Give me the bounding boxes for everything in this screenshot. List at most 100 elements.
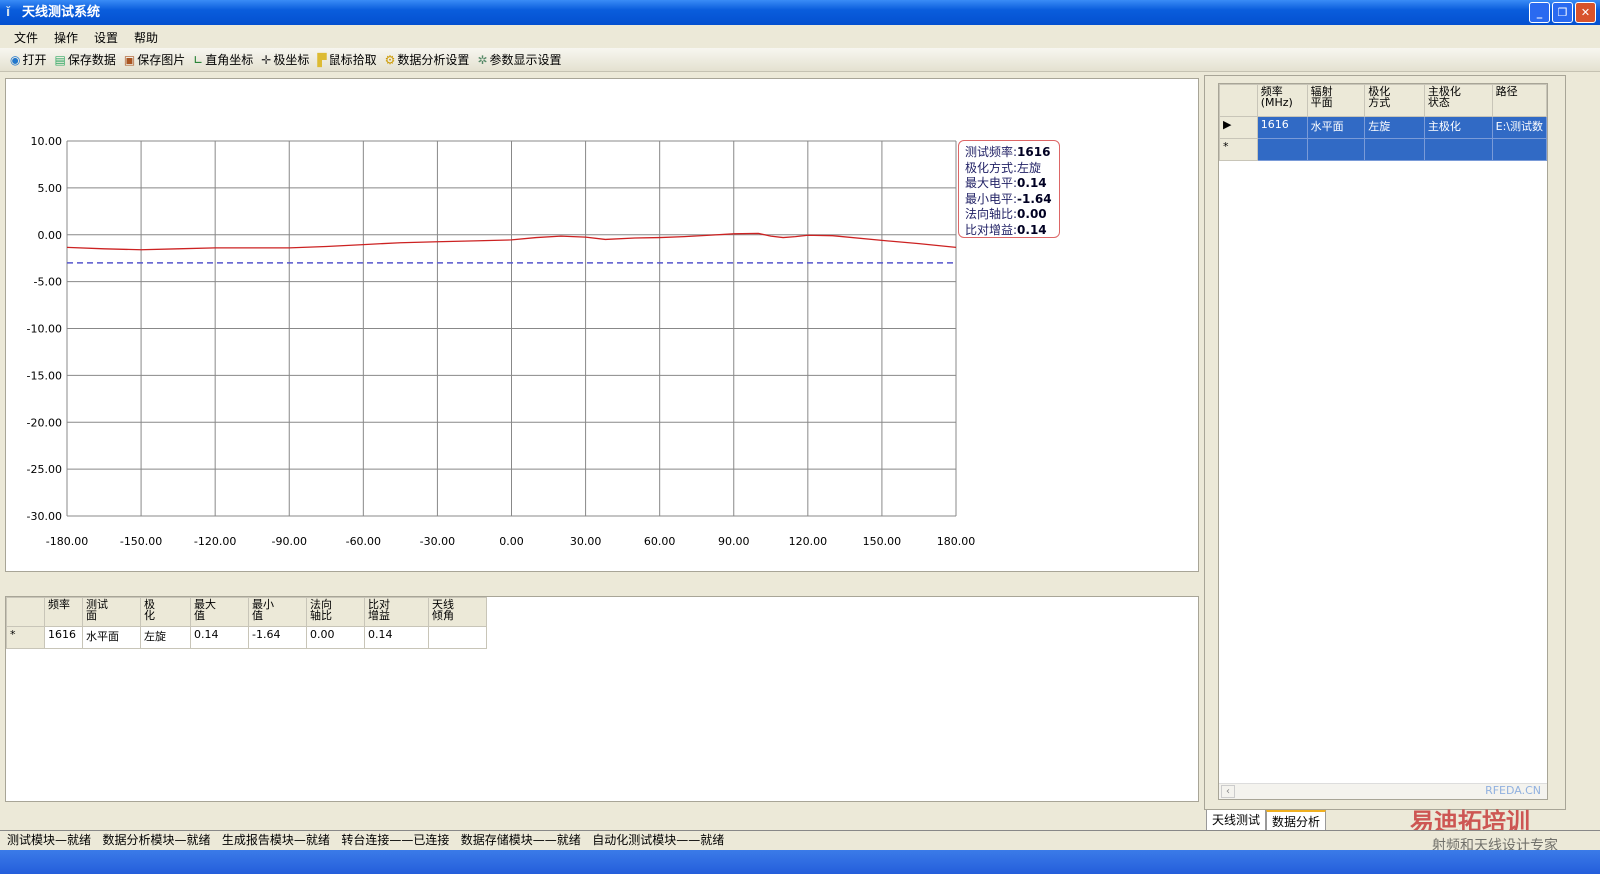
new-row[interactable]: * — [1219, 138, 1547, 161]
window-title: 天线测试系统 — [22, 5, 101, 20]
chart-panel[interactable]: -180.00 -150.00 -120.00 -90.00 -60.00 -30.00 0… — [5, 78, 1199, 572]
taskbar — [0, 850, 1600, 874]
table-header-row: 频率 (MHz) 辐射 平面 极化 方式 主极化 状态 路径 — [1219, 84, 1547, 117]
info-polarization: 极化方式:左旋 — [965, 160, 1042, 175]
column-header[interactable]: 主极化 状态 — [1423, 84, 1493, 117]
info-axial-ratio: 法向轴比:0.00 — [965, 207, 1047, 221]
restore-button[interactable]: ❐ — [1552, 2, 1573, 23]
row-header-corner — [1219, 84, 1258, 117]
table-header-row: 频率 测试 面 极 化 最大 值 最小 值 法向 轴比 比对 增益 天线 倾角 — [6, 597, 487, 627]
cell[interactable]: 左旋 — [140, 626, 191, 649]
file-list-panel: 频率 (MHz) 辐射 平面 极化 方式 主极化 状态 路径 ▶ 1616 水平… — [1204, 75, 1566, 810]
table-row[interactable]: * 1616 水平面 左旋 0.14 -1.64 0.00 0.14 — [6, 626, 487, 649]
x-tick-label: 30.00 — [570, 535, 602, 548]
y-tick-label: 5.00 — [38, 182, 63, 195]
menu-help[interactable]: 帮助 — [126, 25, 166, 48]
x-tick-label: 120.00 — [789, 535, 828, 548]
y-tick-label: -20.00 — [27, 416, 62, 429]
tab-strip: 天线测试 数据分析 — [1206, 810, 1327, 832]
info-frequency: 测试频率:1616 — [965, 145, 1051, 159]
x-tick-label: 180.00 — [937, 535, 976, 548]
close-button[interactable]: ✕ — [1575, 2, 1596, 23]
mouse-pick-icon: ▛ — [317, 52, 327, 67]
menu-bar: 文件 操作 设置 帮助 — [0, 25, 1600, 48]
x-tick-label: -150.00 — [120, 535, 162, 548]
column-header[interactable]: 频率 (MHz) — [1256, 84, 1308, 117]
title-bar: ǐ 天线测试系统 _ ❐ ✕ — [0, 0, 1600, 25]
column-header[interactable]: 比对 增益 — [364, 597, 429, 627]
info-gain: 比对增益:0.14 — [965, 222, 1047, 237]
polar-button[interactable]: ✛ 极坐标 — [261, 51, 309, 68]
chart-info-box: 测试频率:1616 极化方式:左旋 最大电平:0.14 最小电平:-1.64 法… — [958, 140, 1060, 238]
x-tick-label: -30.00 — [420, 535, 455, 548]
column-header[interactable]: 天线 倾角 — [428, 597, 487, 627]
cartesian-button[interactable]: ∟ 直角坐标 — [193, 51, 253, 68]
row-marker: * — [6, 626, 45, 649]
y-tick-label: -30.00 — [27, 510, 62, 523]
scroll-left-icon[interactable]: ‹ — [1221, 785, 1235, 798]
column-header[interactable]: 路径 — [1491, 84, 1547, 117]
info-min-level: 最小电平:-1.64 — [965, 191, 1052, 206]
cartesian-icon: ∟ — [193, 52, 204, 67]
cell[interactable]: -1.64 — [248, 626, 307, 649]
cell[interactable]: 1616 — [44, 626, 83, 649]
minimize-button[interactable]: _ — [1529, 2, 1550, 23]
result-table: 频率 测试 面 极 化 最大 值 最小 值 法向 轴比 比对 增益 天线 倾角 … — [6, 597, 487, 649]
status-bar: 测试模块—就绪 数据分析模块—就绪 生成报告模块—就绪 转台连接——已连接 数据… — [0, 830, 1600, 850]
file-table: 频率 (MHz) 辐射 平面 极化 方式 主极化 状态 路径 ▶ 1616 水平… — [1219, 84, 1547, 161]
cell[interactable]: 0.14 — [364, 626, 429, 649]
y-tick-label: -10.00 — [27, 323, 62, 336]
column-header[interactable]: 最小 值 — [248, 597, 307, 627]
analysis-settings-button[interactable]: ⚙ 数据分析设置 — [385, 51, 470, 68]
cell[interactable]: 1616 — [1256, 116, 1308, 139]
x-tick-label: -90.00 — [272, 535, 307, 548]
column-header[interactable]: 极化 方式 — [1364, 84, 1425, 117]
cell[interactable]: 0.00 — [306, 626, 365, 649]
x-tick-label: 60.00 — [644, 535, 676, 548]
app-icon: ǐ — [6, 5, 11, 19]
save-data-icon: ▤ — [54, 52, 66, 67]
column-header[interactable]: 极 化 — [140, 597, 191, 627]
save-image-button[interactable]: ▣ 保存图片 — [124, 51, 185, 68]
column-header[interactable]: 频率 — [44, 597, 83, 627]
open-button[interactable]: ◉ 打开 — [10, 51, 47, 68]
cell[interactable]: 主极化 — [1423, 116, 1493, 139]
column-header[interactable]: 辐射 平面 — [1306, 84, 1366, 117]
x-tick-label: -120.00 — [194, 535, 236, 548]
polar-icon: ✛ — [261, 52, 272, 67]
column-header[interactable]: 法向 轴比 — [306, 597, 365, 627]
menu-operate[interactable]: 操作 — [46, 25, 86, 48]
cell[interactable]: E:\测试数 — [1491, 116, 1547, 139]
file-grid: 频率 (MHz) 辐射 平面 极化 方式 主极化 状态 路径 ▶ 1616 水平… — [1218, 83, 1548, 800]
y-tick-label: -15.00 — [27, 369, 62, 382]
y-tick-label: 10.00 — [31, 135, 63, 148]
tab-data-analysis[interactable]: 数据分析 — [1266, 810, 1327, 832]
cell[interactable] — [428, 626, 487, 649]
y-tick-label: -5.00 — [34, 276, 62, 289]
x-tick-label: 90.00 — [718, 535, 750, 548]
x-tick-label: -60.00 — [346, 535, 381, 548]
analysis-settings-icon: ⚙ — [384, 52, 396, 67]
x-tick-label: -180.00 — [46, 535, 88, 548]
y-tick-label: -25.00 — [27, 463, 62, 476]
cell[interactable]: 水平面 — [1306, 116, 1366, 139]
watermark-site: RFEDA.CN — [1485, 784, 1541, 797]
table-row[interactable]: ▶ 1616 水平面 左旋 主极化 E:\测试数 — [1219, 116, 1547, 139]
tab-antenna-test[interactable]: 天线测试 — [1206, 810, 1267, 832]
menu-file[interactable]: 文件 — [6, 25, 46, 48]
column-header[interactable]: 最大 值 — [190, 597, 249, 627]
row-marker: ▶ — [1219, 116, 1258, 139]
result-table-panel: 频率 测试 面 极 化 最大 值 最小 值 法向 轴比 比对 增益 天线 倾角 … — [5, 596, 1199, 802]
display-settings-button[interactable]: ✲ 参数显示设置 — [477, 51, 561, 68]
save-data-button[interactable]: ▤ 保存数据 — [55, 51, 116, 68]
menu-settings[interactable]: 设置 — [86, 25, 126, 48]
row-header-corner — [6, 597, 45, 627]
column-header[interactable]: 测试 面 — [82, 597, 141, 627]
toolbar: ◉ 打开 ▤ 保存数据 ▣ 保存图片 ∟ 直角坐标 ✛ 极坐标 ▛ 鼠标拾取 ⚙ 数据分析设置… — [0, 48, 1600, 72]
cell[interactable]: 0.14 — [190, 626, 249, 649]
cell[interactable]: 水平面 — [82, 626, 141, 649]
mouse-pick-button[interactable]: ▛ 鼠标拾取 — [317, 51, 376, 68]
cell[interactable]: 左旋 — [1364, 116, 1425, 139]
x-tick-label: 0.00 — [499, 535, 524, 548]
save-image-icon: ▣ — [123, 52, 136, 67]
